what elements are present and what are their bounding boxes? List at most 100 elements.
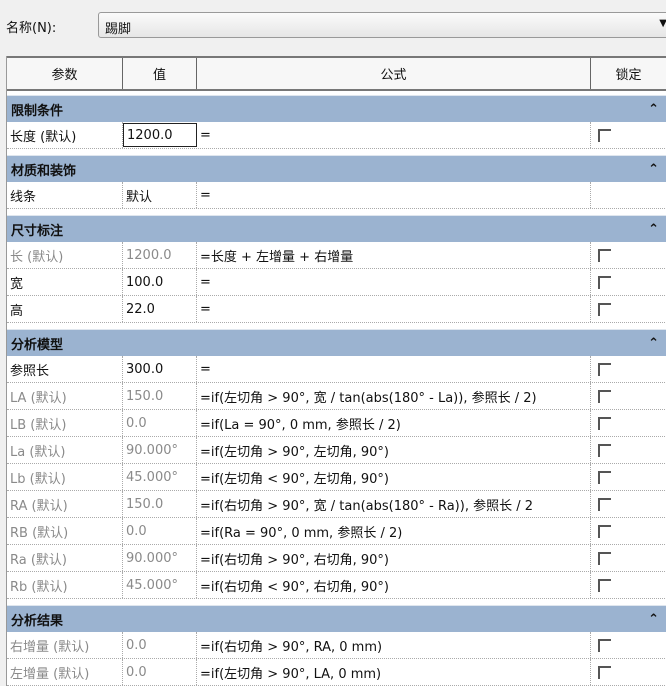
param-formula[interactable]: = [197,356,591,382]
lock-checkbox[interactable] [598,248,611,262]
lock-checkbox[interactable] [598,551,611,565]
param-value[interactable]: 0.0 [123,410,197,436]
param-value[interactable]: 150.0 [123,491,197,517]
param-name: 右增量 (默认) [7,632,123,658]
lock-cell[interactable] [591,296,666,322]
param-value[interactable]: 45.000° [123,572,197,598]
group-header[interactable]: 限制条件 ⌃ [7,95,666,122]
table-row: 右增量 (默认) 0.0 =if(右切角 > 90°, RA, 0 mm) [7,632,666,659]
param-formula[interactable]: =if(La = 90°, 0 mm, 参照长 / 2) [197,410,591,436]
name-label: 名称(N): [6,21,57,36]
lock-cell[interactable] [591,242,666,268]
group-title: 限制条件 [11,103,64,119]
param-value[interactable]: 1200.0 [123,123,197,147]
lock-checkbox[interactable] [598,416,611,430]
param-formula[interactable]: = [197,122,591,148]
group-header[interactable]: 材质和装饰 ⌃ [7,155,666,182]
lock-checkbox[interactable] [598,470,611,484]
param-value[interactable]: 90.000° [123,437,197,463]
lock-cell[interactable] [591,545,666,571]
name-value: 踢脚 [105,22,132,37]
group-header[interactable]: 尺寸标注 ⌃ [7,215,666,242]
param-formula[interactable]: = [197,182,591,208]
param-value[interactable]: 1200.0 [123,242,197,268]
param-formula[interactable]: =if(右切角 > 90°, 宽 / tan(abs(180° - Ra)), … [197,491,591,517]
lock-checkbox[interactable] [598,443,611,457]
param-formula[interactable]: = [197,296,591,322]
collapse-icon[interactable]: ⌃ [648,222,659,237]
lock-cell[interactable] [591,518,666,544]
table-row: 线条 默认 = [7,182,666,209]
lock-checkbox[interactable] [598,665,611,679]
lock-checkbox[interactable] [598,302,611,316]
collapse-icon[interactable]: ⌃ [648,102,659,117]
group-title: 尺寸标注 [11,223,64,239]
group-header[interactable]: 分析模型 ⌃ [7,329,666,356]
group-title: 分析模型 [11,337,64,353]
param-value[interactable]: 300.0 [123,356,197,382]
param-value[interactable]: 45.000° [123,464,197,490]
param-formula[interactable]: =长度 + 左增量 + 右增量 [197,242,591,268]
lock-cell[interactable] [591,383,666,409]
param-value[interactable]: 0.0 [123,632,197,658]
table-row: Lb (默认) 45.000° =if(左切角 < 90°, 左切角, 90°) [7,464,666,491]
lock-checkbox[interactable] [598,362,611,376]
lock-cell[interactable] [591,410,666,436]
lock-cell[interactable] [591,632,666,658]
param-formula[interactable]: =if(左切角 > 90°, LA, 0 mm) [197,659,591,685]
lock-cell[interactable] [591,269,666,295]
lock-cell[interactable] [591,464,666,490]
parameters-table: 参数 值 公式 锁定 限制条件 ⌃ 长度 (默认) 1200.0 = 材质和装饰 ⌃ 线… [6,56,666,686]
lock-checkbox[interactable] [598,275,611,289]
lock-cell[interactable] [591,437,666,463]
param-formula[interactable]: =if(左切角 > 90°, 宽 / tan(abs(180° - La)), … [197,383,591,409]
param-value[interactable]: 150.0 [123,383,197,409]
param-formula[interactable]: =if(左切角 < 90°, 左切角, 90°) [197,464,591,490]
collapse-icon[interactable]: ⌃ [648,162,659,177]
lock-cell[interactable] [591,659,666,685]
param-value[interactable]: 默认 [123,182,197,208]
table-row: RB (默认) 0.0 =if(Ra = 90°, 0 mm, 参照长 / 2) [7,518,666,545]
param-formula[interactable]: =if(左切角 > 90°, 左切角, 90°) [197,437,591,463]
param-formula[interactable]: =if(右切角 > 90°, 右切角, 90°) [197,545,591,571]
table-row: 长度 (默认) 1200.0 = [7,122,666,149]
name-row: 名称(N): 踢脚 ▼ [6,12,666,40]
param-name: LA (默认) [7,383,123,409]
table-row: La (默认) 90.000° =if(左切角 > 90°, 左切角, 90°) [7,437,666,464]
param-name: RA (默认) [7,491,123,517]
param-name: Ra (默认) [7,545,123,571]
name-dropdown[interactable]: 踢脚 ▼ [98,12,666,38]
header-param[interactable]: 参数 [7,58,123,89]
param-name: 参照长 [7,356,123,382]
table-header: 参数 值 公式 锁定 [7,56,666,91]
param-value[interactable]: 0.0 [123,659,197,685]
chevron-down-icon[interactable]: ▼ [659,18,666,29]
param-name: RB (默认) [7,518,123,544]
lock-checkbox[interactable] [598,497,611,511]
lock-checkbox[interactable] [598,578,611,592]
param-formula[interactable]: = [197,269,591,295]
lock-cell[interactable] [591,572,666,598]
param-value[interactable]: 22.0 [123,296,197,322]
param-formula[interactable]: =if(右切角 > 90°, RA, 0 mm) [197,632,591,658]
header-value[interactable]: 值 [123,58,197,89]
param-formula[interactable]: =if(Ra = 90°, 0 mm, 参照长 / 2) [197,518,591,544]
param-value[interactable]: 100.0 [123,269,197,295]
table-row: LB (默认) 0.0 =if(La = 90°, 0 mm, 参照长 / 2) [7,410,666,437]
param-value[interactable]: 90.000° [123,545,197,571]
lock-checkbox[interactable] [598,389,611,403]
lock-cell[interactable] [591,491,666,517]
group-header[interactable]: 分析结果 ⌃ [7,605,666,632]
param-formula[interactable]: =if(右切角 < 90°, 右切角, 90°) [197,572,591,598]
collapse-icon[interactable]: ⌃ [648,336,659,351]
lock-checkbox[interactable] [598,638,611,652]
lock-checkbox[interactable] [598,128,611,142]
header-formula[interactable]: 公式 [197,58,591,89]
header-lock[interactable]: 锁定 [591,58,666,89]
collapse-icon[interactable]: ⌃ [648,612,659,627]
lock-cell[interactable] [591,356,666,382]
param-value[interactable]: 0.0 [123,518,197,544]
lock-checkbox[interactable] [598,524,611,538]
lock-cell[interactable] [591,122,666,148]
param-name: Lb (默认) [7,464,123,490]
